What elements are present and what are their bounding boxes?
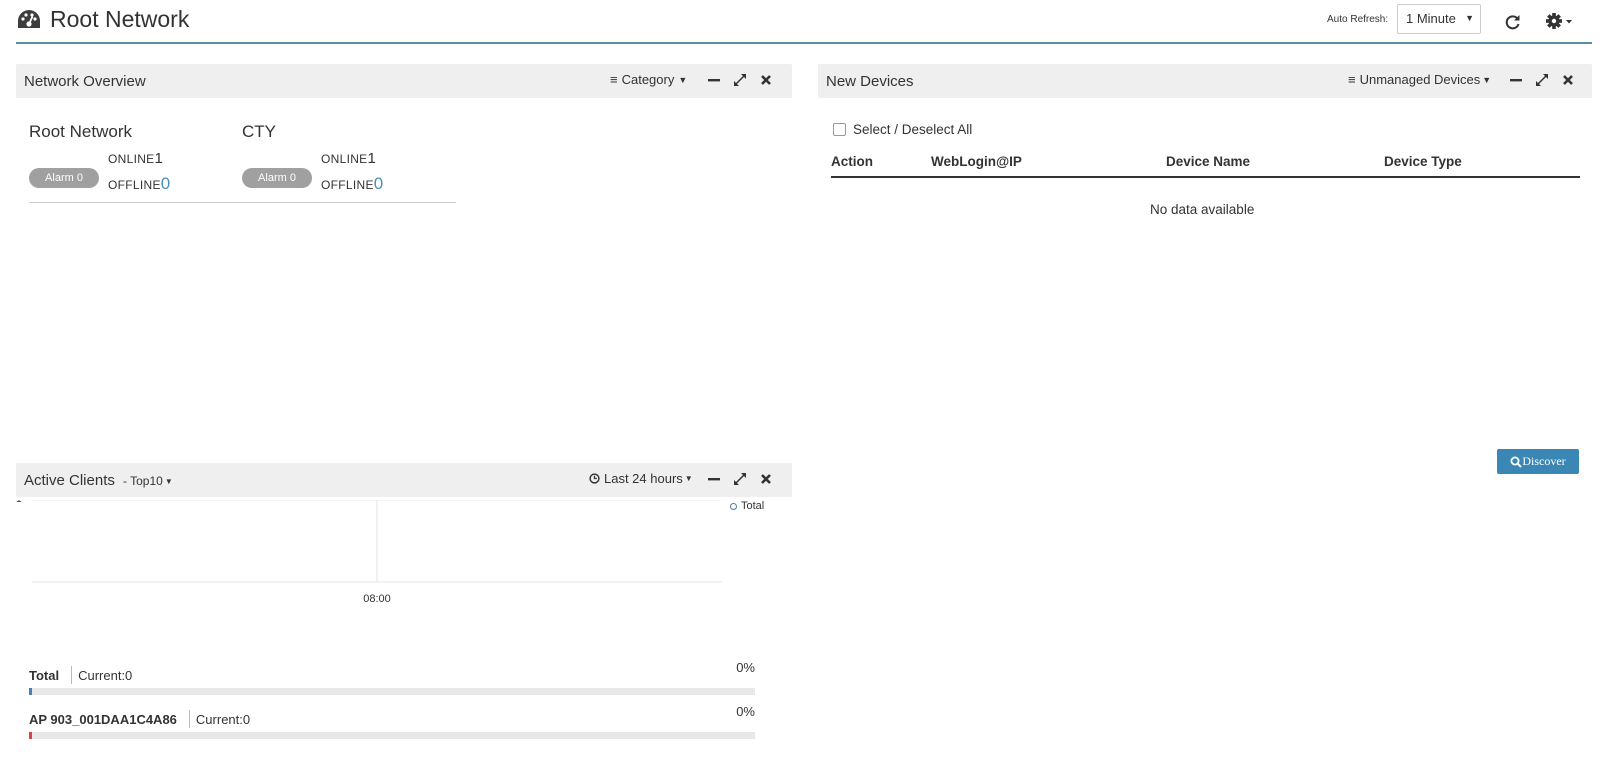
select-all-toggle[interactable]: Select / Deselect All xyxy=(833,122,972,137)
bar-current: Current:0 xyxy=(78,667,133,683)
minimize-icon[interactable] xyxy=(706,72,722,88)
dashboard-icon xyxy=(18,9,40,28)
page-title: Root Network xyxy=(50,6,190,32)
close-icon[interactable] xyxy=(1560,72,1576,88)
brand: Root Network xyxy=(16,6,189,33)
alarm-badge: Alarm 0 xyxy=(242,168,312,188)
close-icon[interactable] xyxy=(758,72,774,88)
auto-refresh-select[interactable]: 1 Minute ▼ xyxy=(1397,4,1481,34)
overview-item-name: CTY xyxy=(242,122,276,141)
progress-track xyxy=(29,732,755,739)
progress-fill xyxy=(29,688,32,695)
expand-icon[interactable] xyxy=(732,72,748,88)
expand-icon[interactable] xyxy=(1534,72,1550,88)
online-count: ONLINE1 xyxy=(108,150,164,167)
minimize-icon[interactable] xyxy=(1508,72,1524,88)
chart-legend[interactable]: Total xyxy=(720,500,772,512)
select-all-checkbox[interactable] xyxy=(833,123,846,136)
category-menu-label: Category xyxy=(621,72,675,87)
legend-marker xyxy=(730,502,737,510)
chevron-down-icon: ▼ xyxy=(678,74,688,85)
time-range-label: Last 24 hours xyxy=(604,471,683,486)
network-overview-header: Network Overview ≡ Category ▼ xyxy=(16,64,792,98)
x-tick-label: 08:00 xyxy=(363,593,391,605)
top10-menu[interactable]: - Top10 ▼ xyxy=(123,474,173,488)
auto-refresh-label: Auto Refresh: xyxy=(1327,14,1389,25)
bar-name: Total xyxy=(29,667,60,683)
column-header-weblogin[interactable]: WebLogin@IP xyxy=(931,154,1022,169)
active-clients-header: Active Clients - Top10 ▼ Last 24 hours ▼ xyxy=(16,463,792,497)
overview-item-name: Root Network xyxy=(29,122,132,141)
bar-percent: 0% xyxy=(736,704,755,719)
top10-menu-label: - Top10 xyxy=(123,474,163,488)
bar-current: Current:0 xyxy=(195,711,251,727)
offline-count: OFFLINE0 xyxy=(321,174,384,193)
column-header-device-name[interactable]: Device Name xyxy=(1166,154,1250,169)
unmanaged-devices-menu-label: Unmanaged Devices xyxy=(1359,72,1481,87)
active-clients-title: Active Clients xyxy=(24,472,115,489)
overview-item-root-network[interactable]: Root Network xyxy=(29,122,132,142)
bar-name: AP 903_001DAA1C4A86 xyxy=(29,711,177,727)
discover-button-label: Discover xyxy=(1522,454,1566,468)
unmanaged-devices-menu[interactable]: ≡ Unmanaged Devices ▼ xyxy=(1348,72,1491,87)
network-overview-title: Network Overview xyxy=(24,73,146,90)
gear-icon[interactable] xyxy=(1545,10,1575,32)
client-bar-total: Total Current:0 0% xyxy=(29,660,755,695)
chevron-down-icon: ▼ xyxy=(1482,74,1492,85)
new-devices-header: New Devices ≡ Unmanaged Devices ▼ xyxy=(818,64,1592,98)
online-count: ONLINE1 xyxy=(321,150,377,167)
table-header-rule xyxy=(831,176,1580,178)
chevron-down-icon: ▼ xyxy=(684,474,693,483)
y-tick-label: 1 xyxy=(16,500,22,505)
category-menu[interactable]: ≡ Category ▼ xyxy=(610,72,687,87)
chevron-down-icon: ▼ xyxy=(164,476,173,486)
new-devices-title: New Devices xyxy=(826,73,914,90)
chevron-down-icon: ▼ xyxy=(1465,13,1474,23)
empty-table-message: No data available xyxy=(1150,202,1255,217)
clock-icon xyxy=(589,473,600,484)
auto-refresh-value: 1 Minute xyxy=(1406,11,1456,26)
time-range-menu[interactable]: Last 24 hours ▼ xyxy=(589,471,693,486)
refresh-icon[interactable] xyxy=(1503,12,1523,32)
client-bar-ap: AP 903_001DAA1C4A86 Current:0 0% xyxy=(29,704,755,739)
close-icon[interactable] xyxy=(758,471,774,487)
column-header-device-type[interactable]: Device Type xyxy=(1384,154,1462,169)
active-clients-chart: 1 08:00 xyxy=(16,500,722,605)
bar-percent: 0% xyxy=(736,660,755,675)
progress-track xyxy=(29,688,755,695)
offline-count: OFFLINE0 xyxy=(108,174,171,193)
legend-label: Total xyxy=(741,500,765,512)
overview-item-cty[interactable]: CTY xyxy=(242,122,276,142)
alarm-badge: Alarm 0 xyxy=(29,168,99,188)
discover-button[interactable]: Discover xyxy=(1497,449,1579,474)
progress-fill xyxy=(29,732,32,739)
search-icon xyxy=(1510,456,1523,468)
hamburger-icon: ≡ xyxy=(610,72,618,87)
overview-divider xyxy=(29,202,456,203)
select-all-label: Select / Deselect All xyxy=(853,122,973,137)
column-header-action[interactable]: Action xyxy=(831,154,873,169)
expand-icon[interactable] xyxy=(732,471,748,487)
minimize-icon[interactable] xyxy=(706,471,722,487)
hamburger-icon: ≡ xyxy=(1348,72,1356,87)
